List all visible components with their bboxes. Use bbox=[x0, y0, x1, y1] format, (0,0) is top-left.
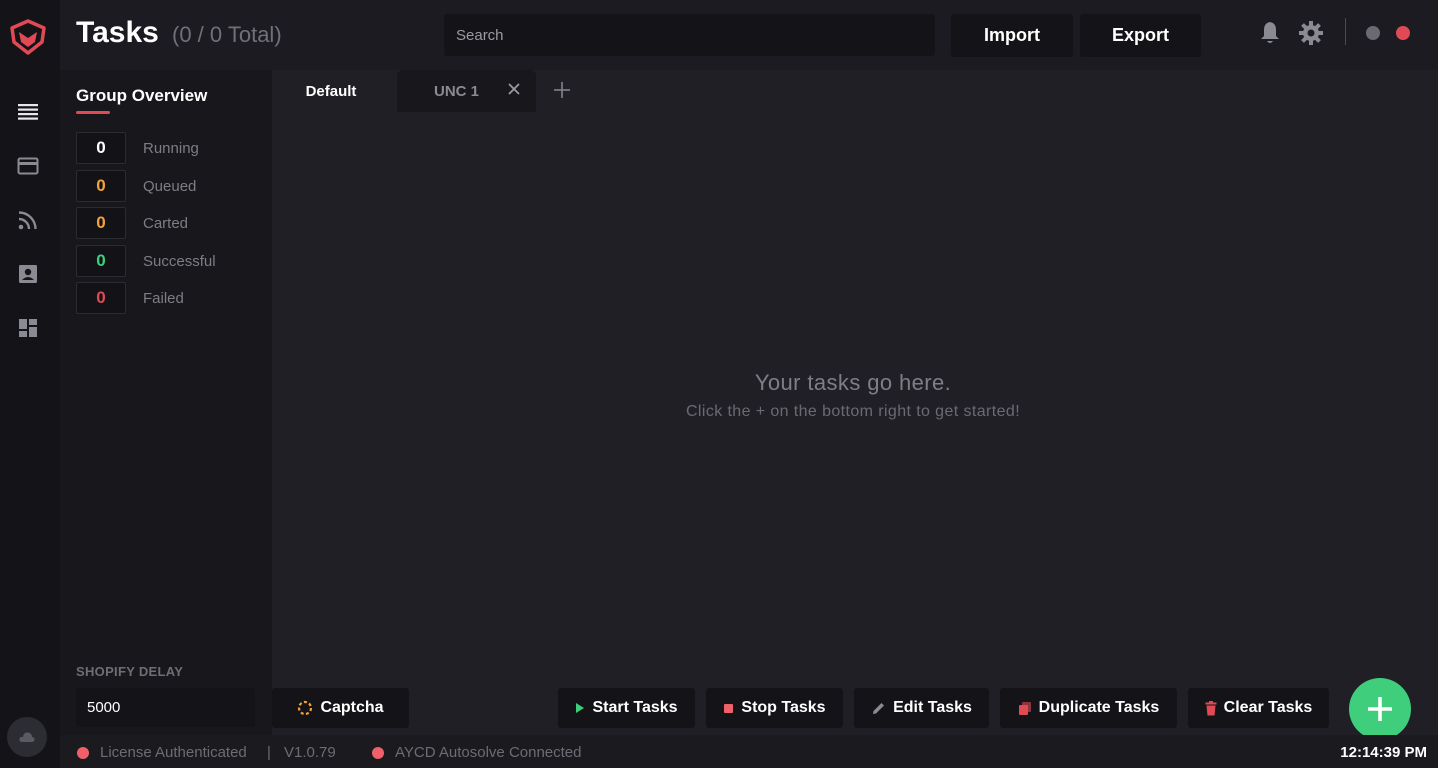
license-status-text: License Authenticated bbox=[100, 744, 247, 761]
stop-tasks-label: Stop Tasks bbox=[741, 699, 826, 716]
stat-label: Successful bbox=[143, 253, 216, 270]
tab-label: UNC 1 bbox=[434, 82, 480, 100]
nav-rail bbox=[0, 0, 60, 768]
tab-default[interactable]: Default bbox=[272, 70, 390, 112]
settings-gear-icon[interactable] bbox=[1298, 20, 1324, 46]
search-input[interactable] bbox=[444, 14, 935, 56]
empty-state-subtitle: Click the + on the bottom right to get s… bbox=[685, 403, 1021, 420]
status-separator: | bbox=[267, 744, 271, 761]
captcha-button[interactable]: Captcha bbox=[272, 688, 409, 728]
aycd-status-dot bbox=[372, 747, 384, 759]
license-status-dot bbox=[77, 747, 89, 759]
tasks-area: Your tasks go here. Click the + on the b… bbox=[272, 112, 1434, 682]
status-bar: License Authenticated | V1.0.79 AYCD Aut… bbox=[60, 735, 1438, 768]
stat-carted: 0 Carted bbox=[76, 207, 266, 239]
export-button[interactable]: Export bbox=[1080, 14, 1201, 57]
stat-value: 0 bbox=[76, 207, 126, 239]
stat-queued: 0 Queued bbox=[76, 170, 266, 202]
monitor-feed-icon[interactable] bbox=[17, 209, 39, 231]
header-divider bbox=[1345, 18, 1346, 45]
stat-value: 0 bbox=[76, 245, 126, 277]
clear-tasks-label: Clear Tasks bbox=[1223, 699, 1313, 716]
add-tab-icon[interactable] bbox=[552, 80, 572, 100]
duplicate-tasks-label: Duplicate Tasks bbox=[1038, 699, 1160, 716]
add-task-button[interactable] bbox=[1349, 678, 1411, 740]
start-tasks-button[interactable]: Start Tasks bbox=[558, 688, 695, 728]
aycd-status-text: AYCD Autosolve Connected bbox=[395, 744, 582, 761]
tasks-list-icon[interactable] bbox=[17, 101, 39, 123]
edit-tasks-button[interactable]: Edit Tasks bbox=[854, 688, 989, 728]
cloud-icon bbox=[19, 732, 35, 742]
stat-label: Carted bbox=[143, 215, 189, 232]
pencil-icon bbox=[873, 702, 885, 714]
version-text: V1.0.79 bbox=[284, 744, 336, 761]
stat-label: Failed bbox=[143, 290, 184, 307]
close-tab-icon[interactable] bbox=[507, 82, 521, 96]
user-avatar[interactable] bbox=[7, 717, 47, 757]
clock: 12:14:39 PM bbox=[1340, 744, 1427, 761]
dashboard-icon[interactable] bbox=[17, 317, 39, 339]
stat-value: 0 bbox=[76, 132, 126, 164]
stat-label: Running bbox=[143, 140, 199, 157]
tab-unc-1[interactable]: UNC 1 bbox=[397, 70, 536, 112]
page-title: Tasks bbox=[76, 16, 159, 49]
header: Tasks (0 / 0 Total) Import Export bbox=[60, 0, 1438, 70]
stat-value: 0 bbox=[76, 282, 126, 314]
close-window-button[interactable] bbox=[1396, 26, 1410, 40]
captcha-loader-icon bbox=[298, 700, 313, 716]
import-button[interactable]: Import bbox=[951, 14, 1073, 57]
group-overview-title: Group Overview bbox=[76, 86, 208, 105]
empty-state-title: Your tasks go here. bbox=[754, 370, 952, 395]
trash-icon bbox=[1205, 700, 1217, 715]
stat-label: Queued bbox=[143, 178, 197, 195]
stat-running: 0 Running bbox=[76, 132, 266, 164]
bell-icon[interactable] bbox=[1258, 20, 1282, 46]
profiles-icon[interactable] bbox=[17, 263, 39, 285]
task-total-count: (0 / 0 Total) bbox=[172, 22, 282, 47]
stop-tasks-button[interactable]: Stop Tasks bbox=[706, 688, 843, 728]
shopify-delay-label: SHOPIFY DELAY bbox=[76, 664, 184, 679]
minimize-button[interactable] bbox=[1366, 26, 1380, 40]
title-underline bbox=[76, 111, 110, 114]
clear-tasks-button[interactable]: Clear Tasks bbox=[1188, 688, 1329, 728]
edit-tasks-label: Edit Tasks bbox=[893, 699, 972, 716]
group-overview-panel: Group Overview 0 Running 0 Queued 0 Cart… bbox=[60, 70, 272, 735]
stat-value: 0 bbox=[76, 170, 126, 202]
play-icon bbox=[576, 703, 585, 713]
duplicate-icon bbox=[1018, 701, 1031, 715]
app-logo-icon bbox=[10, 19, 46, 55]
stop-icon bbox=[724, 703, 734, 713]
tab-label: Default bbox=[305, 82, 357, 100]
start-tasks-label: Start Tasks bbox=[592, 699, 678, 716]
shopify-delay-input[interactable] bbox=[76, 688, 255, 727]
plus-icon bbox=[1368, 697, 1392, 721]
stat-failed: 0 Failed bbox=[76, 282, 266, 314]
duplicate-tasks-button[interactable]: Duplicate Tasks bbox=[1000, 688, 1177, 728]
stat-successful: 0 Successful bbox=[76, 245, 266, 277]
billing-card-icon[interactable] bbox=[17, 155, 39, 177]
captcha-label: Captcha bbox=[320, 699, 384, 716]
